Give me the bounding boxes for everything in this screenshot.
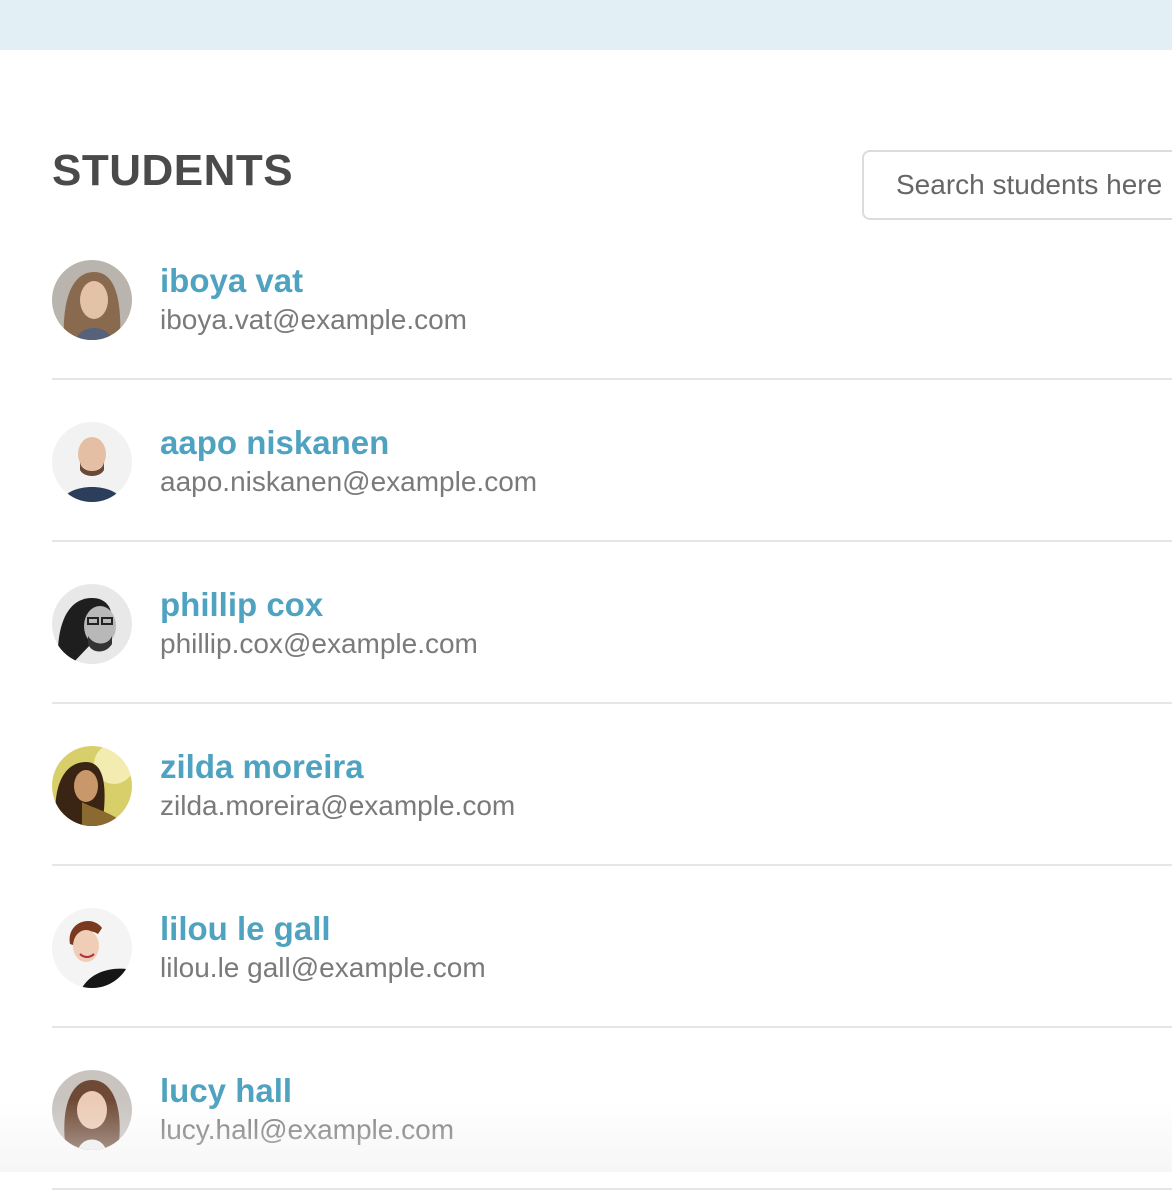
student-email: aapo.niskanen@example.com [160,466,538,497]
student-email: iboya.vat@example.com [160,304,468,335]
student-email: lucy.hall@example.com [160,1114,455,1145]
student-name-link[interactable]: lilou le gall [160,910,331,948]
list-item: zilda moreira zilda.moreira@example.com [52,704,1172,866]
list-item: phillip cox phillip.cox@example.com [52,542,1172,704]
avatar[interactable] [52,1070,132,1150]
student-name-link[interactable]: aapo niskanen [160,424,389,462]
student-email: phillip.cox@example.com [160,628,478,659]
avatar[interactable] [52,746,132,826]
list-item: lucy hall lucy.hall@example.com [52,1028,1172,1190]
avatar[interactable] [52,584,132,664]
avatar[interactable] [52,422,132,502]
list-item: aapo niskanen aapo.niskanen@example.com [52,380,1172,542]
avatar[interactable] [52,260,132,340]
student-email: zilda.moreira@example.com [160,790,516,821]
page-title: STUDENTS [52,146,294,195]
student-name-link[interactable]: phillip cox [160,586,323,624]
list-item: lilou le gall lilou.le gall@example.com [52,866,1172,1028]
student-email: lilou.le gall@example.com [160,952,486,983]
student-name-link[interactable]: lucy hall [160,1072,292,1110]
list-item: iboya vat iboya.vat@example.com [52,218,1172,380]
top-bar [0,0,1172,50]
student-list: iboya vat iboya.vat@example.com aapo nis… [52,218,1172,1190]
student-name-link[interactable]: iboya vat [160,262,303,300]
student-name-link[interactable]: zilda moreira [160,748,364,786]
search-input[interactable] [862,150,1172,220]
avatar[interactable] [52,908,132,988]
